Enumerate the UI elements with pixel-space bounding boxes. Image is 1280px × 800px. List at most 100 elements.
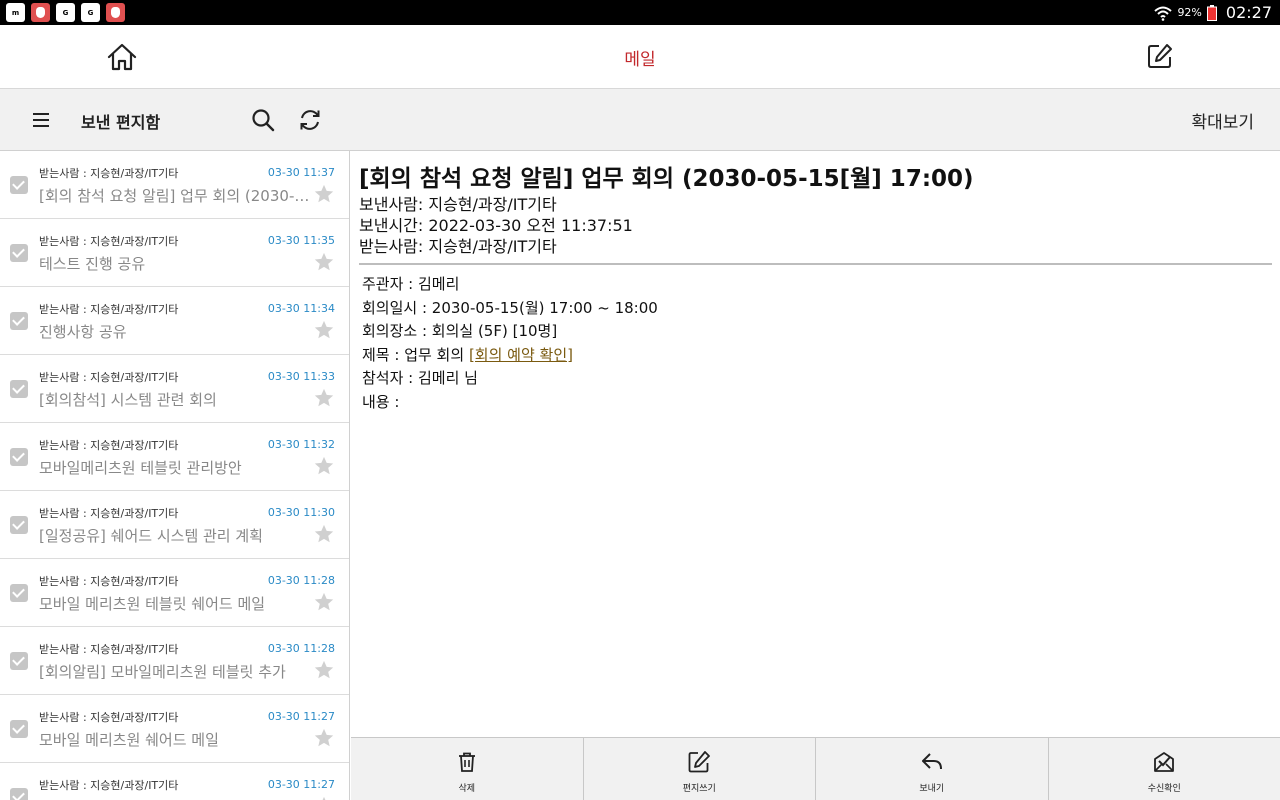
action-bar: 삭제 편지쓰기 보내기 수신확인	[351, 737, 1280, 800]
zoom-view-button[interactable]: 확대보기	[1191, 108, 1254, 133]
reply-icon	[921, 753, 942, 770]
shield-app-icon	[106, 3, 125, 22]
trash-icon	[458, 752, 475, 772]
mail-list-item[interactable]: 받는사람 : 지승현/과장/IT기타 03-30 11:28 [회의알림] 모바…	[0, 627, 349, 695]
subject: 모바일메리츠원 테블릿 관리방안	[39, 459, 242, 477]
recipient: 받는사람 : 지승현/과장/IT기타	[39, 371, 179, 384]
timestamp: 03-30 11:35	[267, 234, 335, 247]
body-host: 주관자 : 김메리	[362, 275, 460, 293]
mail-meta: 보낸사람: 지승현/과장/IT기타 보낸시간: 2022-03-30 오전 11…	[359, 194, 633, 257]
recipient-line: 받는사람: 지승현/과장/IT기타	[359, 236, 633, 257]
body-title: 제목 : 업무 회의	[362, 345, 469, 364]
status-bar: m G G 92% 02:27	[0, 0, 1280, 25]
star-icon[interactable]	[313, 319, 335, 341]
sent-value: 2022-03-30 오전 11:37:51	[428, 216, 633, 235]
recipient: 받는사람 : 지승현/과장/IT기타	[39, 303, 179, 316]
star-icon[interactable]	[313, 251, 335, 273]
timestamp: 03-30 11:28	[267, 574, 335, 587]
delete-button[interactable]: 삭제	[351, 738, 583, 800]
checkbox[interactable]	[10, 584, 28, 602]
checkbox[interactable]	[10, 720, 28, 738]
body-title-line: 제목 : 업무 회의 [회의 예약 확인]	[362, 344, 658, 368]
compose-icon[interactable]	[1146, 42, 1174, 70]
body-place: 회의장소 : 회의실 (5F) [10명]	[362, 322, 558, 340]
g-app-icon: G	[56, 3, 75, 22]
star-icon[interactable]	[313, 659, 335, 681]
recipient: 받는사람 : 지승현/과장/IT기타	[39, 711, 179, 724]
recipient: 받는사람 : 지승현/과장/IT기타	[39, 643, 179, 656]
sender-value: 지승현/과장/IT기타	[428, 195, 557, 214]
subject: [일정공유] 쉐어드 시스템 관리 계획	[39, 527, 263, 545]
read-receipt-button[interactable]: 수신확인	[1047, 738, 1280, 800]
wifi-icon	[1154, 6, 1173, 21]
mail-list: 받는사람 : 지승현/과장/IT기타 03-30 11:37 [회의 참석 요청…	[0, 151, 350, 800]
subject: 진행사항 공유	[39, 323, 127, 341]
sent-time-line: 보낸시간: 2022-03-30 오전 11:37:51	[359, 215, 633, 236]
checkbox[interactable]	[10, 516, 28, 534]
mail-list-item[interactable]: 받는사람 : 지승현/과장/IT기타 03-30 11:32 모바일메리츠원 테…	[0, 423, 349, 491]
folder-title: 보낸 편지함	[81, 113, 161, 132]
timestamp: 03-30 11:34	[267, 302, 335, 315]
body-datetime: 회의일시 : 2030-05-15(월) 17:00 ~ 18:00	[362, 298, 658, 317]
subject: [회의알림] 모바일메리츠원 테블릿 추가	[39, 663, 286, 681]
checkbox[interactable]	[10, 788, 28, 800]
timestamp: 03-30 11:32	[267, 438, 335, 451]
star-icon[interactable]	[313, 523, 335, 545]
recipient: 받는사람 : 지승현/과장/IT기타	[39, 575, 179, 588]
write-button[interactable]: 편지쓰기	[582, 738, 816, 800]
star-icon[interactable]	[313, 727, 335, 749]
write-label: 편지쓰기	[682, 784, 716, 794]
star-icon[interactable]	[313, 591, 335, 613]
mail-list-item[interactable]: 받는사람 : 지승현/과장/IT기타 03-30 11:27 모바일 메리츠원 …	[0, 695, 349, 763]
star-icon[interactable]	[313, 183, 335, 205]
recipient: 받는사람 : 지승현/과장/IT기타	[39, 507, 179, 520]
timestamp: 03-30 11:37	[267, 166, 335, 179]
search-icon[interactable]	[250, 107, 276, 133]
refresh-icon[interactable]	[297, 107, 323, 133]
recipient: 받는사람 : 지승현/과장/IT기타	[39, 167, 179, 180]
app-title: 메일	[624, 50, 656, 70]
checkbox[interactable]	[10, 652, 28, 670]
subject: 모바일 메리츠원 쉐어드 메일	[39, 731, 219, 749]
meritz-one-icon: m	[6, 3, 25, 22]
mail-list-item[interactable]: 받는사람 : 지승현/과장/IT기타 03-30 11:37 [회의 참석 요청…	[0, 151, 349, 219]
timestamp: 03-30 11:27	[267, 710, 335, 723]
sender-label: 보낸사람:	[359, 195, 429, 214]
checkbox[interactable]	[10, 380, 28, 398]
mail-list-item[interactable]: 받는사람 : 지승현/과장/IT기타 03-30 11:27	[0, 763, 349, 800]
timestamp: 03-30 11:30	[267, 506, 335, 519]
body-content: 내용 :	[362, 392, 400, 411]
checkbox[interactable]	[10, 448, 28, 466]
g-app-icon: G	[81, 3, 100, 22]
mail-list-item[interactable]: 받는사람 : 지승현/과장/IT기타 03-30 11:34 진행사항 공유	[0, 287, 349, 355]
recipient: 받는사람 : 지승현/과장/IT기타	[39, 235, 179, 248]
compose-icon	[688, 751, 711, 773]
star-icon[interactable]	[313, 387, 335, 409]
mail-list-item[interactable]: 받는사람 : 지승현/과장/IT기타 03-30 11:33 [회의참석] 시스…	[0, 355, 349, 423]
timestamp: 03-30 11:28	[267, 642, 335, 655]
shield-app-icon	[31, 3, 50, 22]
app-bar: 메일	[0, 25, 1280, 89]
battery-icon	[1206, 4, 1217, 21]
reservation-check-link[interactable]: [회의 예약 확인]	[469, 346, 573, 364]
star-icon[interactable]	[313, 455, 335, 477]
body-attendees: 참석자 : 김메리 님	[362, 369, 478, 387]
send-label: 보내기	[919, 784, 945, 794]
checkbox[interactable]	[10, 244, 28, 262]
mail-subject: [회의 참석 요청 알림] 업무 회의 (2030-05-15[월] 17:00…	[359, 166, 974, 192]
divider	[359, 263, 1272, 265]
send-button[interactable]: 보내기	[815, 738, 1048, 800]
recipient: 받는사람 : 지승현/과장/IT기타	[39, 439, 179, 452]
recipient-value: 지승현/과장/IT기타	[428, 237, 557, 256]
read-receipt-label: 수신확인	[1147, 784, 1181, 794]
star-icon[interactable]	[313, 795, 335, 800]
menu-icon[interactable]	[31, 110, 51, 130]
mail-list-item[interactable]: 받는사람 : 지승현/과장/IT기타 03-30 11:35 테스트 진행 공유	[0, 219, 349, 287]
checkbox[interactable]	[10, 312, 28, 330]
recipient: 받는사람 : 지승현/과장/IT기타	[39, 779, 179, 792]
toolbar: 보낸 편지함 확대보기	[0, 89, 1280, 151]
checkbox[interactable]	[10, 176, 28, 194]
subject: [회의참석] 시스템 관련 회의	[39, 391, 217, 409]
mail-list-item[interactable]: 받는사람 : 지승현/과장/IT기타 03-30 11:30 [일정공유] 쉐어…	[0, 491, 349, 559]
mail-list-item[interactable]: 받는사람 : 지승현/과장/IT기타 03-30 11:28 모바일 메리츠원 …	[0, 559, 349, 627]
